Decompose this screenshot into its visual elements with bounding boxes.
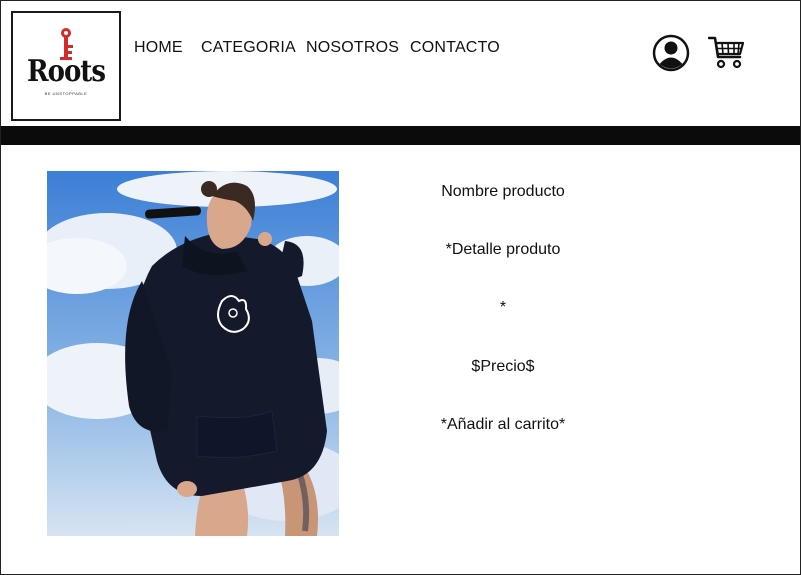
nav-home[interactable]: HOME [134,39,183,57]
product-page: Roots BE UNSTOPPABLE HOME CATEGORIA NOSO… [0,0,801,575]
shopping-cart-icon [707,36,745,69]
product-photo [47,171,339,536]
nav-contacto[interactable]: CONTACTO [410,39,500,57]
user-account-icon [652,34,690,72]
logo-wordmark: Roots [27,54,106,90]
site-header: Roots BE UNSTOPPABLE HOME CATEGORIA NOSO… [1,1,800,126]
logo-tagline: BE UNSTOPPABLE [44,91,88,96]
product-detail: *Detalle produto [445,241,561,258]
account-button[interactable] [652,34,690,72]
brand-logo[interactable]: Roots BE UNSTOPPABLE [11,11,121,121]
header-divider-band [1,126,800,145]
nav-nosotros[interactable]: NOSOTROS [306,39,399,57]
product-separator: * [499,299,507,316]
add-to-cart-button[interactable]: *Añadir al carrito* [403,416,603,434]
cart-button[interactable] [707,35,746,71]
product-image [47,171,339,536]
product-price: $Precio$ [471,358,535,375]
product-name: Nombre producto [441,183,565,200]
nav-categoria[interactable]: CATEGORIA [201,39,296,57]
